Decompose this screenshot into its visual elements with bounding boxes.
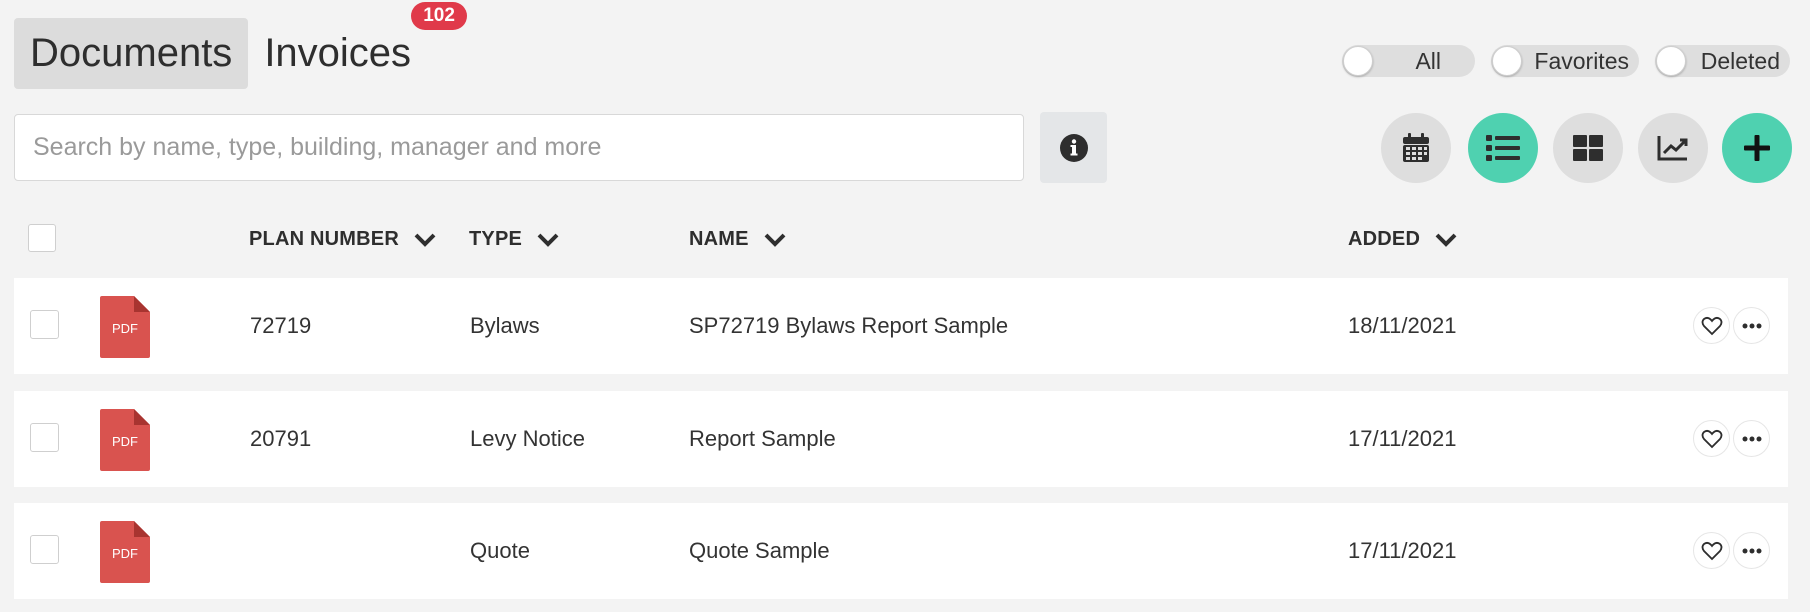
- plan-number-cell: 72719: [250, 313, 312, 338]
- filter-deleted-label: Deleted: [1700, 48, 1780, 74]
- column-header-label: TYPE: [469, 228, 523, 250]
- column-header-type[interactable]: TYPE: [469, 228, 560, 251]
- plan-number-cell: 20791: [250, 426, 312, 451]
- more-options-button[interactable]: [1733, 420, 1770, 457]
- chart-view-button[interactable]: [1638, 113, 1708, 183]
- search-input[interactable]: [14, 114, 1024, 181]
- pdf-file-icon: PDF: [100, 521, 150, 583]
- filter-favorites-toggle[interactable]: Favorites: [1491, 45, 1639, 77]
- file-type-label: PDF: [112, 546, 138, 561]
- info-icon: [1059, 133, 1088, 162]
- calendar-view-button[interactable]: [1381, 113, 1451, 183]
- toggle-knob: [1343, 46, 1373, 76]
- pdf-file-icon: PDF: [100, 409, 150, 471]
- type-cell: Levy Notice: [470, 426, 585, 451]
- search-info-button[interactable]: [1040, 112, 1107, 183]
- chevron-down-icon: [764, 233, 786, 247]
- filter-all-toggle[interactable]: All: [1342, 45, 1475, 77]
- type-cell: Bylaws: [470, 313, 540, 338]
- heart-icon: [1701, 316, 1722, 335]
- tab-documents-label: Documents: [30, 31, 233, 75]
- favorite-button[interactable]: [1693, 307, 1730, 344]
- name-cell[interactable]: SP72719 Bylaws Report Sample: [689, 278, 1008, 374]
- toggle-knob: [1492, 46, 1522, 76]
- tab-documents[interactable]: Documents: [14, 18, 249, 89]
- added-cell: 17/11/2021: [1348, 426, 1457, 451]
- toggle-knob: [1656, 46, 1686, 76]
- added-cell: 17/11/2021: [1348, 538, 1457, 563]
- row-checkbox[interactable]: [30, 535, 59, 564]
- name-cell[interactable]: Quote Sample: [689, 503, 830, 599]
- pdf-file-icon: PDF: [100, 296, 150, 358]
- chart-icon: [1657, 136, 1688, 161]
- heart-icon: [1701, 541, 1722, 560]
- filter-favorites-label: Favorites: [1534, 48, 1629, 74]
- type-cell: Quote: [470, 538, 530, 563]
- plus-icon: [1744, 135, 1770, 161]
- heart-icon: [1701, 429, 1722, 448]
- name-cell[interactable]: Report Sample: [689, 391, 836, 487]
- filter-deleted-toggle[interactable]: Deleted: [1655, 45, 1790, 77]
- more-horizontal-icon: [1742, 436, 1761, 441]
- list-icon: [1486, 135, 1520, 161]
- column-header-label: ADDED: [1348, 228, 1421, 250]
- select-all-checkbox[interactable]: [28, 224, 56, 252]
- column-header-plan-number[interactable]: PLAN NUMBER: [249, 228, 437, 251]
- column-header-label: PLAN NUMBER: [249, 228, 399, 250]
- row-checkbox[interactable]: [30, 310, 59, 339]
- chevron-down-icon: [1435, 233, 1457, 247]
- table-row[interactable]: PDF Quote Quote Sample 17/11/2021: [14, 503, 1788, 599]
- tab-invoices[interactable]: Invoices 102: [248, 2, 468, 89]
- row-checkbox[interactable]: [30, 423, 59, 452]
- tab-invoices-label: Invoices: [264, 31, 412, 75]
- add-document-button[interactable]: [1722, 113, 1792, 183]
- favorite-button[interactable]: [1693, 532, 1730, 569]
- more-options-button[interactable]: [1733, 307, 1770, 344]
- column-header-added[interactable]: ADDED: [1348, 228, 1458, 251]
- table-row[interactable]: PDF 72719 Bylaws SP72719 Bylaws Report S…: [14, 278, 1788, 374]
- file-type-label: PDF: [112, 434, 138, 449]
- more-horizontal-icon: [1742, 323, 1761, 328]
- tab-bar: Documents Invoices 102: [14, 2, 468, 89]
- invoices-count-badge: 102: [411, 2, 468, 30]
- grid-view-button[interactable]: [1553, 113, 1623, 183]
- file-type-label: PDF: [112, 321, 138, 336]
- chevron-down-icon: [537, 233, 559, 247]
- added-cell: 18/11/2021: [1348, 313, 1457, 338]
- favorite-button[interactable]: [1693, 420, 1730, 457]
- column-header-label: NAME: [689, 228, 749, 250]
- calendar-icon: [1403, 133, 1429, 162]
- column-header-name[interactable]: NAME: [689, 228, 787, 251]
- more-horizontal-icon: [1742, 548, 1761, 553]
- grid-icon: [1573, 135, 1603, 161]
- table-row[interactable]: PDF 20791 Levy Notice Report Sample 17/1…: [14, 391, 1788, 487]
- chevron-down-icon: [414, 233, 436, 247]
- filter-all-label: All: [1415, 48, 1441, 74]
- list-view-button[interactable]: [1468, 113, 1538, 183]
- more-options-button[interactable]: [1733, 532, 1770, 569]
